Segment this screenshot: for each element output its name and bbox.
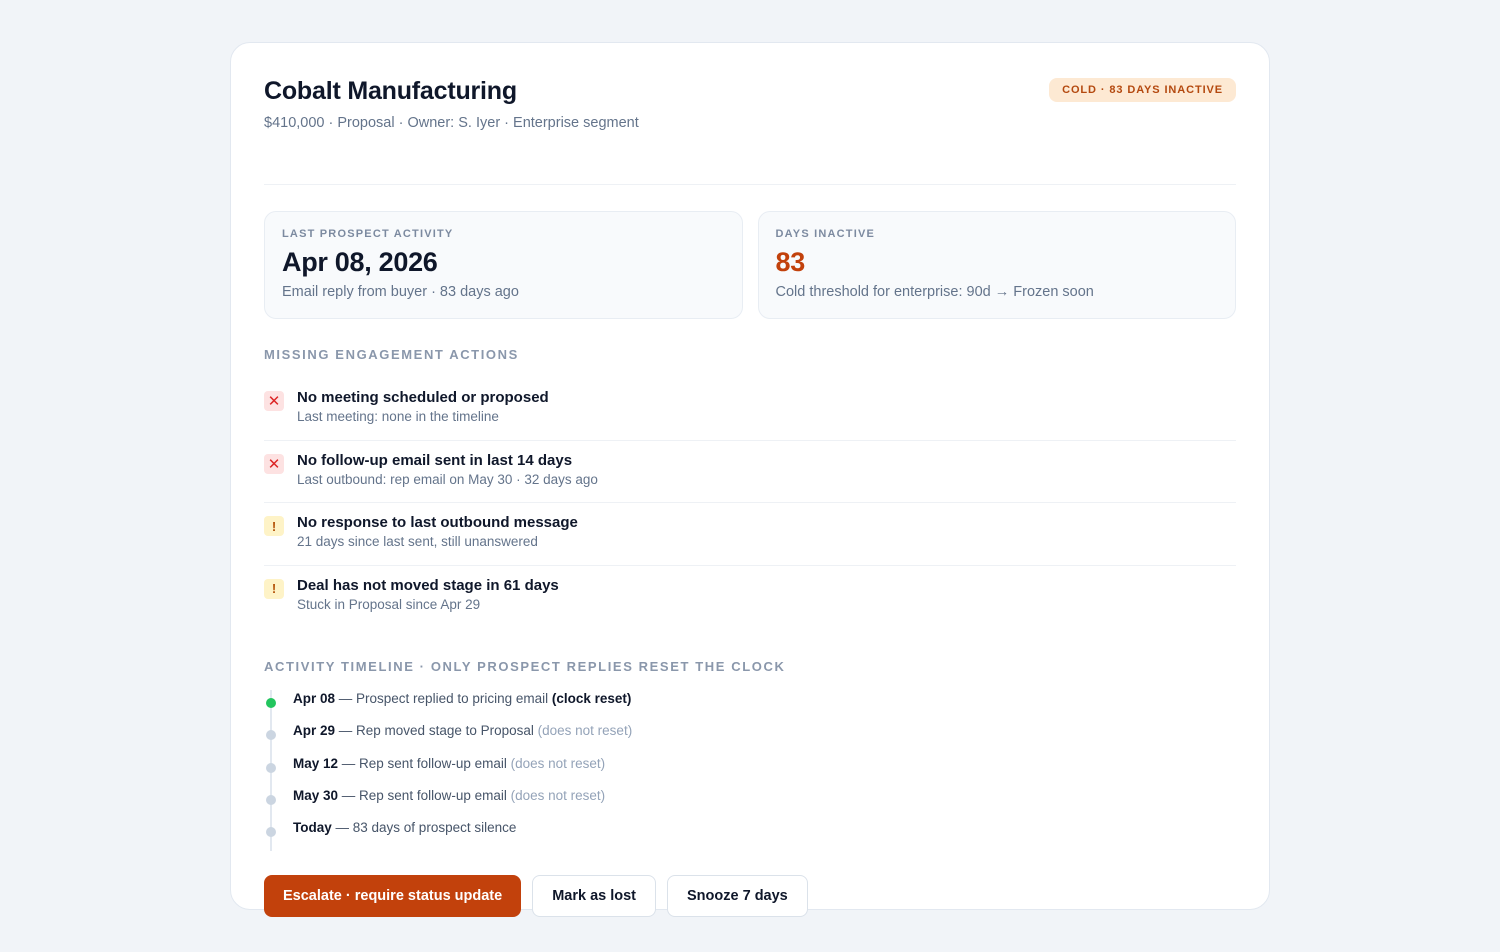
timeline-item: Apr 29 — Rep moved stage to Proposal (do… — [266, 722, 1236, 754]
list-item: ! No response to last outbound message 2… — [264, 503, 1236, 566]
missing-actions-list: ✕ No meeting scheduled or proposed Last … — [264, 378, 1236, 628]
missing-actions-heading: MISSING ENGAGEMENT ACTIONS — [264, 347, 519, 362]
action-title: No follow-up email sent in last 14 days — [297, 451, 573, 469]
stat-label: LAST PROSPECT ACTIVITY — [282, 228, 454, 240]
action-subtitle: Last meeting: none in the timeline — [297, 409, 499, 424]
stat-note: Cold threshold for enterprise: 90d → Fro… — [775, 284, 1094, 300]
timeline-note: (does not reset) — [510, 787, 606, 803]
neutral-dot-icon — [266, 794, 276, 805]
timeline-text: — Prospect replied to pricing email — [335, 691, 552, 706]
list-item: ✕ No meeting scheduled or proposed Last … — [264, 378, 1236, 441]
timeline-date: Today — [293, 820, 332, 836]
activity-timeline: Apr 08 — Prospect replied to pricing ema… — [264, 690, 1236, 851]
timeline-item: Apr 08 — Prospect replied to pricing ema… — [266, 690, 1236, 722]
timeline-text: — 83 days of prospect silence — [331, 820, 517, 836]
stat-label: DAYS INACTIVE — [775, 228, 876, 240]
action-subtitle: 21 days since last sent, still unanswere… — [297, 534, 538, 549]
neutral-dot-icon — [266, 827, 276, 838]
action-subtitle: Last outbound: rep email on May 30 · 32 … — [297, 471, 598, 487]
deal-card: Cobalt Manufacturing $410,000 · Proposal… — [230, 42, 1270, 918]
snooze-button[interactable]: Snooze 7 days — [667, 875, 808, 918]
deal-summary: $410,000 · Proposal · Owner: S. Iyer · E… — [264, 115, 639, 131]
stat-last-activity: LAST PROSPECT ACTIVITY Apr 08, 2026 Emai… — [264, 211, 743, 319]
timeline-strong: (clock reset) — [551, 691, 632, 706]
warning-icon: ! — [264, 516, 284, 536]
list-item: ✕ No follow-up email sent in last 14 day… — [264, 441, 1236, 503]
action-title: No meeting scheduled or proposed — [297, 389, 549, 406]
stat-value: Apr 08, 2026 — [282, 247, 438, 277]
timeline-date: May 12 — [293, 755, 339, 771]
neutral-dot-icon — [266, 730, 276, 741]
reset-dot-icon — [266, 698, 276, 708]
escalate-button[interactable]: Escalate · require status update — [264, 875, 522, 918]
action-buttons: Escalate · require status update Mark as… — [264, 875, 1236, 918]
timeline-date: Apr 29 — [293, 723, 336, 739]
mark-lost-button[interactable]: Mark as lost — [532, 875, 657, 918]
timeline-heading: ACTIVITY TIMELINE · ONLY PROSPECT REPLIE… — [264, 659, 786, 674]
timeline-note: (does not reset) — [510, 755, 606, 771]
timeline-text: — Rep sent follow-up email — [338, 787, 511, 803]
timeline-item: May 12 — Rep sent follow-up email (does … — [266, 755, 1236, 787]
action-title: No response to last outbound message — [297, 514, 578, 531]
timeline-date: May 30 — [293, 787, 339, 803]
timeline-date: Apr 08 — [293, 691, 336, 706]
stats-row: LAST PROSPECT ACTIVITY Apr 08, 2026 Emai… — [264, 211, 1236, 319]
action-subtitle: Stuck in Proposal since Apr 29 — [297, 596, 481, 612]
status-badge: COLD · 83 DAYS INACTIVE — [1049, 78, 1236, 102]
x-icon: ✕ — [264, 453, 284, 474]
deal-header: Cobalt Manufacturing $410,000 · Proposal… — [264, 77, 1236, 185]
neutral-dot-icon — [266, 762, 276, 773]
action-title: Deal has not moved stage in 61 days — [297, 576, 559, 594]
timeline-text: — Rep sent follow-up email — [338, 755, 511, 771]
stat-days-inactive: DAYS INACTIVE 83 Cold threshold for ente… — [757, 211, 1236, 319]
list-item: ! Deal has not moved stage in 61 days St… — [264, 566, 1236, 629]
timeline-text: — Rep moved stage to Proposal — [335, 723, 538, 739]
timeline-item: Today — 83 days of prospect silence — [266, 819, 1236, 851]
timeline-note: (does not reset) — [537, 723, 633, 739]
warning-icon: ! — [264, 578, 284, 599]
x-icon: ✕ — [264, 391, 284, 411]
stat-note: Email reply from buyer · 83 days ago — [282, 284, 519, 300]
stat-value: 83 — [775, 247, 806, 277]
timeline-item: May 30 — Rep sent follow-up email (does … — [266, 787, 1236, 819]
